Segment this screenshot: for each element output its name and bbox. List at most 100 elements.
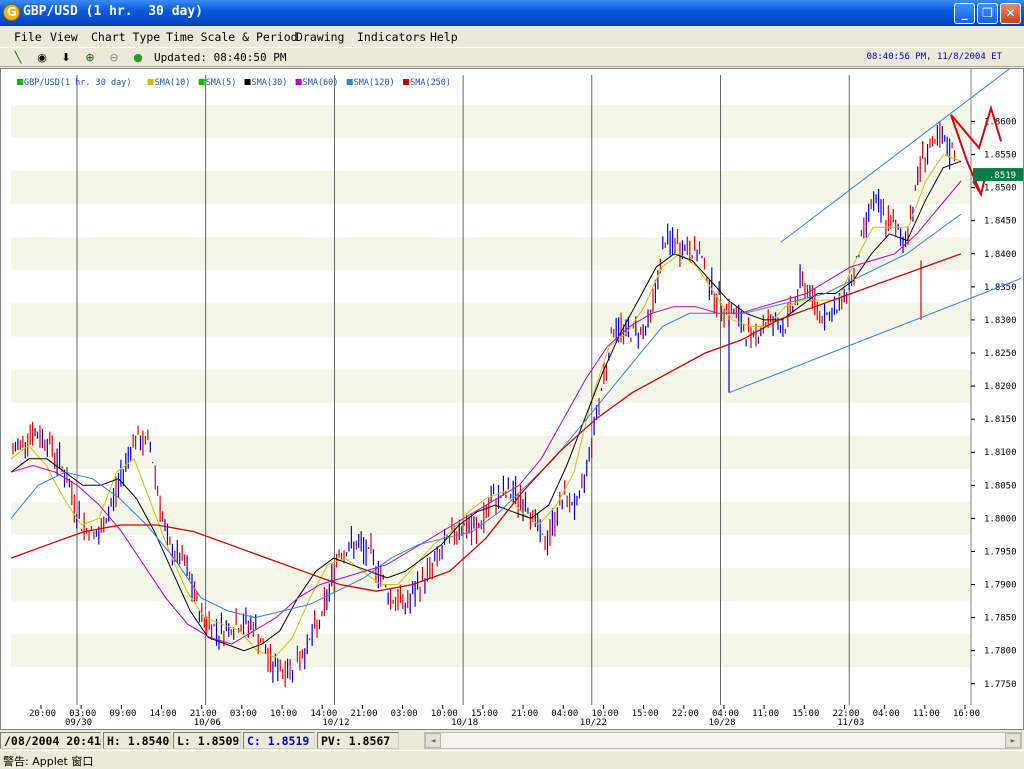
applet-warning-bar: 警告: Applet 窗口	[0, 750, 1024, 768]
x-date-label: 10/18	[451, 718, 478, 728]
legend-entry: SMA(30)	[252, 78, 288, 88]
legend-entry: GBP/USD(1 hr. 30 day)	[24, 78, 131, 88]
y-tick-label: 1.8200	[984, 382, 1017, 392]
grid-band	[11, 237, 971, 271]
x-tick-label: 09:00	[109, 709, 136, 719]
x-tick-label: 21:00	[350, 709, 377, 719]
down-arrow-tool-icon[interactable]: ⬇	[58, 50, 74, 65]
close-button[interactable]: ✕	[1000, 3, 1021, 24]
grid-band	[11, 435, 971, 469]
y-tick-label: 1.8500	[984, 184, 1017, 194]
price-chart[interactable]: 1.86001.85501.85001.84501.84001.83501.83…	[1, 69, 1023, 729]
x-tick-label: 11:00	[752, 709, 779, 719]
x-tick-label: 03:00	[230, 709, 257, 719]
minimize-button[interactable]: _	[954, 3, 975, 24]
status-high: H: 1.8540	[103, 732, 171, 749]
legend-swatch	[17, 79, 23, 85]
status-low: L: 1.8509	[173, 732, 241, 749]
legend-entry: SMA(10)	[155, 78, 191, 88]
legend-swatch	[403, 79, 410, 85]
grid-band	[11, 369, 971, 403]
y-tick-label: 1.8150	[984, 415, 1017, 425]
grid-band	[11, 104, 971, 138]
menu-bar: File View Chart Type Time Scale & Period…	[0, 27, 1024, 47]
grid-band	[11, 634, 971, 668]
x-tick-label: 15:00	[792, 709, 819, 719]
title-bar: GBP/USD (1 hr. 30 day) _ ❐ ✕	[0, 0, 1024, 26]
x-tick-label: 16:00	[953, 709, 980, 719]
y-tick-label: 1.7900	[984, 581, 1017, 591]
window-title: GBP/USD (1 hr. 30 day)	[23, 4, 204, 19]
status-date: /08/2004 20:41	[0, 732, 101, 749]
legend-entry: SMA(120)	[354, 78, 395, 88]
legend-swatch	[198, 79, 205, 85]
status-close: C: 1.8519	[243, 732, 315, 749]
x-tick-label: 10:00	[270, 709, 297, 719]
legend-entry: SMA(5)	[206, 78, 237, 88]
sma-line	[10, 213, 962, 619]
legend-swatch	[346, 79, 353, 85]
chart-area[interactable]: 1.8600 1.8550 1.8500 1.8450 1.8400 1.8350 1.83…	[0, 68, 1024, 730]
status-pv: PV: 1.8567	[317, 732, 399, 749]
x-tick-label: 22:00	[672, 709, 699, 719]
y-tick-label: 1.8000	[984, 514, 1017, 524]
menu-help[interactable]: Help	[430, 30, 458, 44]
zoom-out-icon[interactable]: ⊖	[106, 50, 122, 65]
trendline-tool-icon[interactable]: ╲	[10, 50, 26, 65]
refresh-icon[interactable]: ●	[130, 50, 146, 65]
x-date-label: 11/03	[837, 718, 864, 728]
scroll-right-icon[interactable]: ►	[1005, 733, 1021, 748]
x-date-label: 10/28	[709, 718, 736, 728]
legend-swatch	[244, 79, 251, 85]
toolbar: ╲ ◉ ⬇ ⊕ ⊖ ● Updated: 08:40:50 PM 08:40:5…	[0, 47, 1024, 67]
y-tick-label: 1.8300	[984, 316, 1017, 326]
y-tick-label: 1.7850	[984, 614, 1017, 624]
legend-entry: SMA(250)	[410, 78, 451, 88]
x-tick-label: 04:00	[873, 709, 900, 719]
x-date-label: 09/30	[65, 718, 92, 728]
y-tick-label: 1.8550	[984, 151, 1017, 161]
applet-warning-text: 警告: Applet 窗口	[3, 755, 94, 768]
zoom-in-icon[interactable]: ⊕	[82, 50, 98, 65]
horizontal-scrollbar[interactable]: ◄ ►	[424, 732, 1022, 749]
x-tick-label: 04:00	[551, 709, 578, 719]
x-tick-label: 20:00	[29, 709, 56, 719]
x-date-label: 10/12	[322, 718, 349, 728]
y-tick-label: 1.8050	[984, 481, 1017, 491]
menu-indicators[interactable]: Indicators	[357, 30, 426, 44]
x-tick-label: 11:00	[913, 709, 940, 719]
current-datetime: 08:40:56 PM, 11/8/2004 ET	[866, 52, 1002, 62]
app-logo-icon	[3, 4, 20, 21]
menu-drawing[interactable]: Drawing	[296, 30, 344, 44]
x-tick-label: 14:00	[150, 709, 177, 719]
legend-swatch	[295, 79, 302, 85]
y-tick-label: 1.7750	[984, 680, 1017, 690]
x-date-label: 10/06	[194, 718, 221, 728]
x-tick-label: 03:00	[391, 709, 418, 719]
y-tick-label: 1.7800	[984, 647, 1017, 657]
legend-swatch	[147, 79, 154, 85]
y-tick-label: 1.8250	[984, 349, 1017, 359]
updated-time: Updated: 08:40:50 PM	[154, 51, 287, 64]
x-tick-label: 21:00	[511, 709, 538, 719]
menu-file[interactable]: File	[14, 30, 42, 44]
x-date-label: 10/22	[580, 718, 607, 728]
y-tick-label: 1.8600	[984, 117, 1017, 127]
x-tick-label: 15:00	[632, 709, 659, 719]
scroll-left-icon[interactable]: ◄	[425, 733, 441, 748]
menu-chart-type[interactable]: Chart Type	[91, 30, 160, 44]
menu-time-scale[interactable]: Time Scale & Period	[166, 30, 298, 44]
status-row: /08/2004 20:41 H: 1.8540 L: 1.8509 C: 1.…	[0, 731, 1024, 750]
grid-band	[11, 303, 971, 337]
legend-entry: SMA(60)	[303, 78, 339, 88]
y-tick-label: 1.8400	[984, 250, 1017, 260]
crosshair-tool-icon[interactable]: ◉	[34, 50, 50, 65]
maximize-button[interactable]: ❐	[977, 3, 998, 24]
grid-band	[11, 568, 971, 602]
y-tick-label: 1.7950	[984, 547, 1017, 557]
current-price-label: .8519	[989, 171, 1016, 181]
grid-band	[11, 171, 971, 205]
y-tick-label: 1.8450	[984, 217, 1017, 227]
menu-view[interactable]: View	[50, 30, 78, 44]
y-tick-label: 1.8100	[984, 448, 1017, 458]
